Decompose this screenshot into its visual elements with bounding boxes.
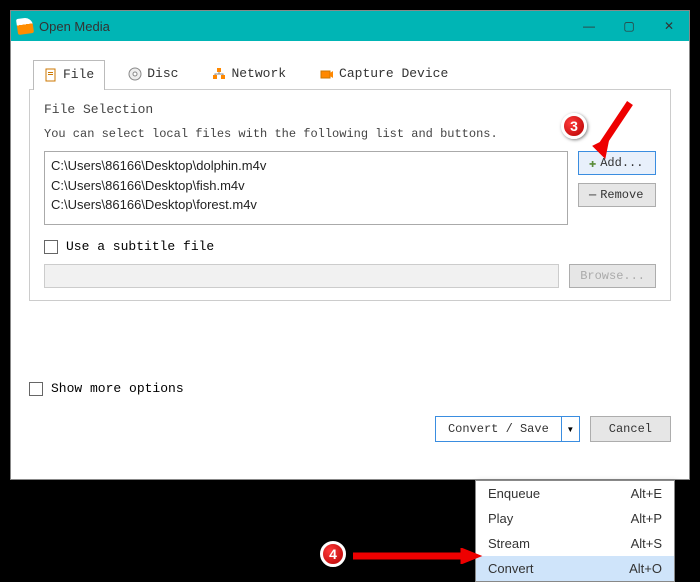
maximize-button[interactable]: ▢ (609, 11, 649, 41)
client-area: File Disc Network Capture Device (11, 41, 689, 406)
list-item[interactable]: C:\Users\86166\Desktop\forest.m4v (51, 195, 561, 215)
convert-save-menu: Enqueue Alt+E Play Alt+P Stream Alt+S Co… (475, 480, 675, 582)
menu-item-stream[interactable]: Stream Alt+S (476, 531, 674, 556)
list-item[interactable]: C:\Users\86166\Desktop\fish.m4v (51, 176, 561, 196)
menu-item-enqueue[interactable]: Enqueue Alt+E (476, 481, 674, 506)
subtitle-label: Use a subtitle file (66, 239, 214, 254)
subtitle-row: Use a subtitle file (44, 239, 656, 254)
remove-button[interactable]: — Remove (578, 183, 656, 207)
menu-label: Convert (488, 561, 534, 576)
menu-label: Play (488, 511, 513, 526)
disc-icon (128, 67, 142, 81)
menu-label: Stream (488, 536, 530, 551)
tab-capture[interactable]: Capture Device (309, 59, 459, 89)
open-media-window: Open Media — ▢ ✕ File Disc Net (10, 10, 690, 480)
more-options-checkbox[interactable] (29, 382, 43, 396)
subtitle-checkbox[interactable] (44, 240, 58, 254)
dialog-footer: Convert / Save ▼ Cancel (11, 406, 689, 456)
titlebar: Open Media — ▢ ✕ (11, 11, 689, 41)
arrow-4-icon (353, 548, 483, 564)
cancel-button[interactable]: Cancel (590, 416, 671, 442)
cancel-label: Cancel (609, 422, 652, 436)
file-icon (44, 68, 58, 82)
tab-disc-label: Disc (147, 66, 178, 81)
menu-shortcut: Alt+S (631, 536, 662, 551)
menu-shortcut: Alt+E (631, 486, 662, 501)
close-button[interactable]: ✕ (649, 11, 689, 41)
tab-disc[interactable]: Disc (117, 59, 189, 89)
minimize-button[interactable]: — (569, 11, 609, 41)
tab-file-label: File (63, 67, 94, 82)
browse-row: Browse... (44, 264, 656, 288)
menu-item-convert[interactable]: Convert Alt+O (476, 556, 674, 581)
menu-label: Enqueue (488, 486, 540, 501)
browse-button: Browse... (569, 264, 656, 288)
subtitle-path-field (44, 264, 559, 288)
file-area: C:\Users\86166\Desktop\dolphin.m4v C:\Us… (44, 151, 656, 225)
tab-network-label: Network (231, 66, 286, 81)
browse-label: Browse... (580, 269, 645, 283)
dropdown-arrow-icon[interactable]: ▼ (561, 417, 579, 441)
menu-shortcut: Alt+O (629, 561, 662, 576)
tab-capture-label: Capture Device (339, 66, 448, 81)
callout-4: 4 (320, 541, 346, 567)
menu-item-play[interactable]: Play Alt+P (476, 506, 674, 531)
convert-save-button[interactable]: Convert / Save ▼ (435, 416, 580, 442)
file-list[interactable]: C:\Users\86166\Desktop\dolphin.m4v C:\Us… (44, 151, 568, 225)
tab-network[interactable]: Network (201, 59, 297, 89)
minus-icon: — (589, 188, 596, 202)
convert-save-label[interactable]: Convert / Save (436, 417, 561, 441)
menu-shortcut: Alt+P (631, 511, 662, 526)
more-options-label: Show more options (51, 381, 184, 396)
capture-icon (320, 67, 334, 81)
arrow-3-icon (585, 98, 645, 168)
remove-label: Remove (600, 188, 643, 202)
tab-file[interactable]: File (33, 60, 105, 90)
callout-3: 3 (561, 113, 587, 139)
network-icon (212, 67, 226, 81)
list-item[interactable]: C:\Users\86166\Desktop\dolphin.m4v (51, 156, 561, 176)
vlc-cone-icon (16, 17, 34, 35)
tab-bar: File Disc Network Capture Device (29, 59, 671, 90)
window-title: Open Media (39, 19, 569, 34)
more-options-row: Show more options (29, 381, 671, 396)
